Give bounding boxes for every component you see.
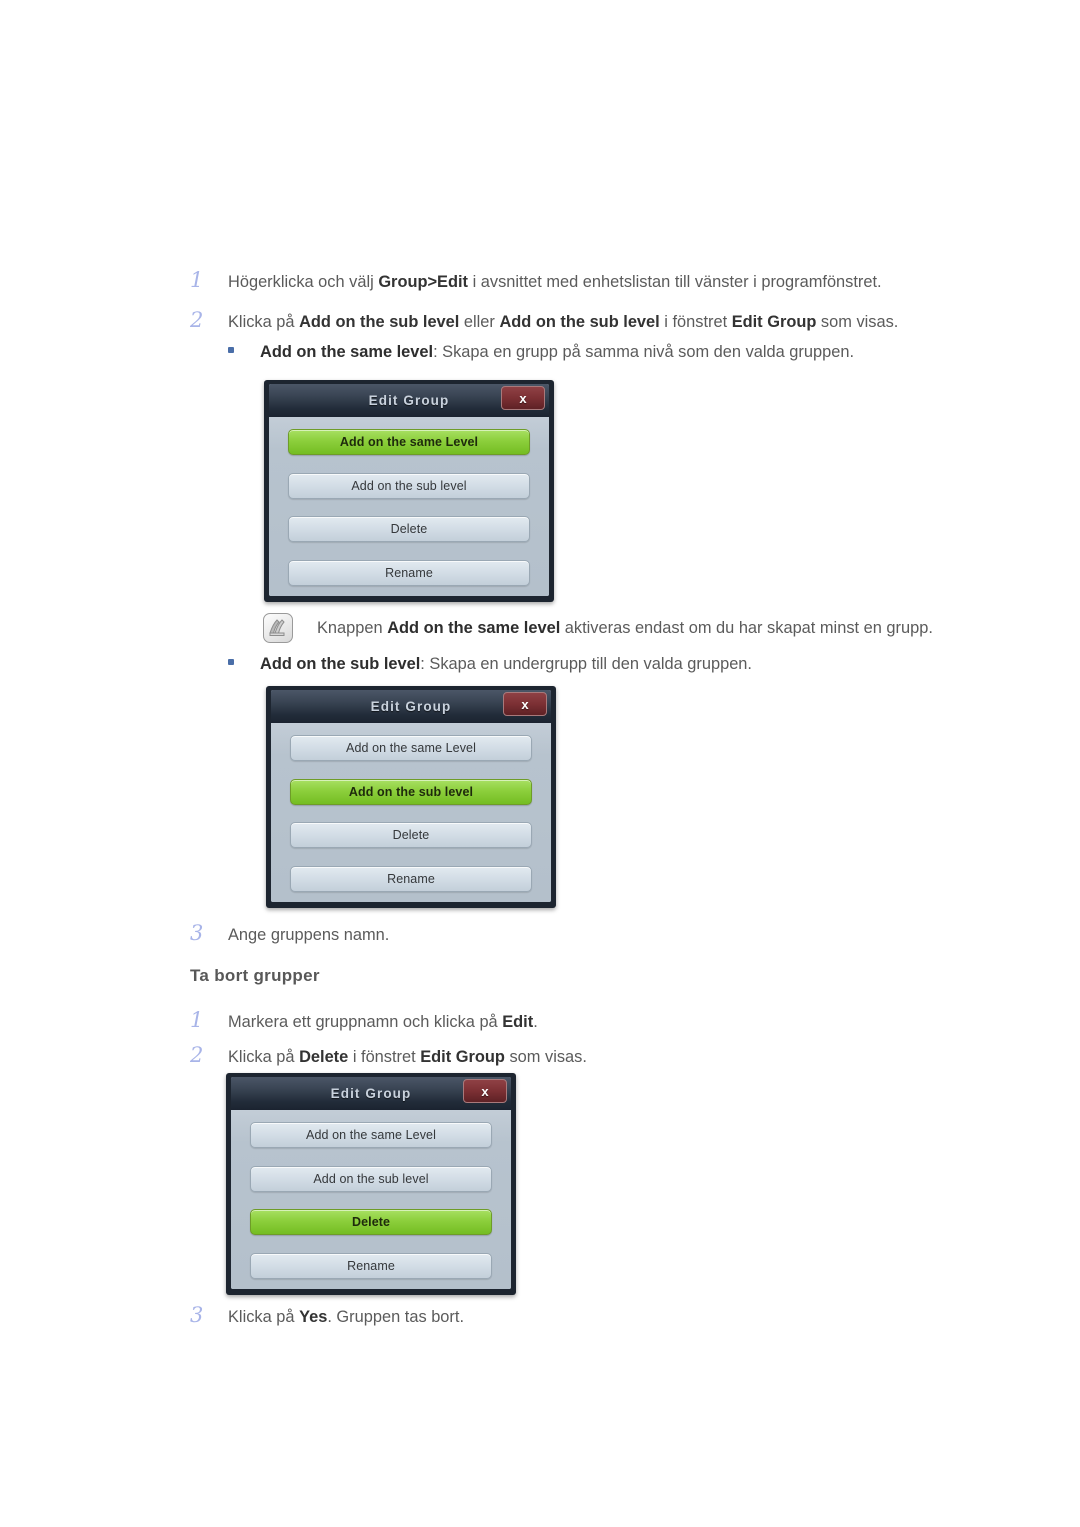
add-on-same-level-button[interactable]: Add on the same Level [288, 429, 530, 455]
dialog-inner: Edit Group x Add on the same Level Add o… [231, 1077, 511, 1289]
delete-button[interactable]: Delete [250, 1209, 492, 1236]
button-label: Delete [390, 522, 428, 537]
button-label: Delete [351, 1215, 391, 1230]
button-label: Add on the sub level [348, 784, 474, 799]
step-item: 2 Klicka på Add on the sub level eller A… [190, 308, 898, 333]
step-text: Klicka på Yes. Gruppen tas bort. [228, 1308, 464, 1326]
step-text: Klicka på Delete i fönstret Edit Group s… [228, 1048, 587, 1066]
bullet-dot-icon [228, 347, 234, 353]
dialog-titlebar: Edit Group x [271, 690, 551, 723]
step-item: 3 Ange gruppens namn. [190, 921, 389, 946]
step-number: 3 [190, 1303, 204, 1327]
rename-button[interactable]: Rename [290, 865, 532, 892]
button-label: Delete [392, 828, 430, 843]
step-item: 1 Högerklicka och välj Group>Edit i avsn… [190, 268, 882, 293]
document-page: 1 Högerklicka och välj Group>Edit i avsn… [0, 0, 1080, 1527]
note-text: Knappen Add on the same level aktiveras … [317, 618, 933, 637]
edit-group-dialog-delete[interactable]: Edit Group x Add on the same Level Add o… [226, 1073, 516, 1295]
rename-button[interactable]: Rename [250, 1252, 492, 1279]
step-item: 3 Klicka på Yes. Gruppen tas bort. [190, 1303, 464, 1328]
dialog-title: Edit Group [370, 699, 452, 714]
step-item: 1 Markera ett gruppnamn och klicka på Ed… [190, 1008, 538, 1033]
button-label: Add on the sub level [351, 478, 467, 493]
add-on-same-level-button[interactable]: Add on the same Level [290, 735, 532, 761]
close-icon[interactable]: x [503, 692, 547, 716]
dialog-titlebar: Edit Group x [231, 1077, 511, 1110]
button-label: Add on the same Level [339, 435, 479, 449]
add-on-sub-level-button[interactable]: Add on the sub level [288, 472, 530, 499]
dialog-inner: Edit Group x Add on the same Level Add o… [269, 384, 549, 596]
note-callout: Knappen Add on the same level aktiveras … [263, 613, 933, 643]
note-pen-icon [263, 613, 293, 643]
add-on-sub-level-button[interactable]: Add on the sub level [290, 778, 532, 805]
dialog-body: Add on the same Level Add on the sub lev… [271, 723, 551, 902]
button-label: Rename [347, 1258, 395, 1273]
dialog-titlebar: Edit Group x [269, 384, 549, 417]
bullet-text: Add on the same level: Skapa en grupp på… [260, 343, 855, 361]
close-icon-glyph: x [481, 1083, 489, 1099]
bullet-text: Add on the sub level: Skapa en undergrup… [260, 655, 752, 673]
step-text: Ange gruppens namn. [228, 926, 390, 944]
rename-button[interactable]: Rename [288, 559, 530, 586]
bullet-dot-icon [228, 659, 234, 665]
step-text: Klicka på Add on the sub level eller Add… [228, 313, 899, 331]
step-text: Högerklicka och välj Group>Edit i avsnit… [228, 273, 882, 291]
edit-group-dialog-sub-level[interactable]: Edit Group x Add on the same Level Add o… [266, 686, 556, 908]
close-icon-glyph: x [521, 696, 529, 712]
edit-group-dialog-same-level[interactable]: Edit Group x Add on the same Level Add o… [264, 380, 554, 602]
delete-button[interactable]: Delete [290, 822, 532, 849]
step-number: 2 [190, 308, 204, 332]
bullet-item-same-level: Add on the same level: Skapa en grupp på… [228, 343, 854, 362]
close-icon-glyph: x [519, 390, 527, 406]
section-heading-delete-groups: Ta bort grupper [190, 966, 320, 985]
step-number: 2 [190, 1043, 204, 1067]
step-item: 2 Klicka på Delete i fönstret Edit Group… [190, 1043, 587, 1068]
dialog-title: Edit Group [330, 1086, 412, 1101]
delete-button[interactable]: Delete [288, 516, 530, 543]
dialog-inner: Edit Group x Add on the same Level Add o… [271, 690, 551, 902]
button-label: Add on the sub level [313, 1171, 429, 1186]
dialog-title: Edit Group [368, 393, 450, 408]
step-number: 1 [190, 268, 204, 292]
close-icon[interactable]: x [463, 1079, 507, 1103]
step-number: 3 [190, 921, 204, 945]
add-on-sub-level-button[interactable]: Add on the sub level [250, 1165, 492, 1192]
add-on-same-level-button[interactable]: Add on the same Level [250, 1122, 492, 1148]
button-label: Add on the same Level [346, 741, 476, 755]
button-label: Rename [387, 871, 435, 886]
bullet-item-sub-level: Add on the sub level: Skapa en undergrup… [228, 655, 752, 674]
button-label: Rename [385, 565, 433, 580]
step-text: Markera ett gruppnamn och klicka på Edit… [228, 1013, 538, 1031]
dialog-body: Add on the same Level Add on the sub lev… [231, 1110, 511, 1289]
button-label: Add on the same Level [306, 1128, 436, 1142]
step-number: 1 [190, 1008, 204, 1032]
close-icon[interactable]: x [501, 386, 545, 410]
dialog-body: Add on the same Level Add on the sub lev… [269, 417, 549, 596]
